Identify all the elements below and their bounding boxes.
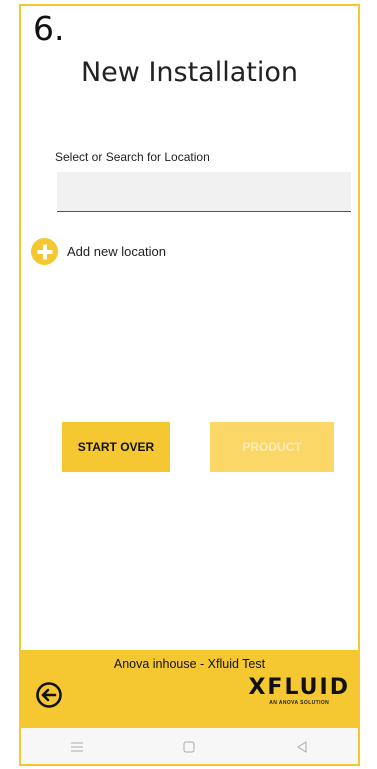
organization-name: Anova inhouse - Xfluid Test (113, 657, 266, 671)
app-screen: 6. New Installation Select or Search for… (19, 4, 360, 766)
home-square-icon (183, 741, 195, 753)
plus-circle-icon (31, 238, 58, 265)
arrow-left-circle-icon (36, 682, 62, 708)
start-over-button[interactable]: START OVER (62, 422, 170, 472)
brand-name: XFLUID (248, 675, 350, 700)
nav-back-button[interactable] (287, 735, 317, 759)
system-navigation-bar (21, 728, 358, 764)
brand-logo: XFLUID AN ANOVA SOLUTION (248, 676, 350, 707)
brand-tagline: AN ANOVA SOLUTION (269, 700, 330, 706)
nav-menu-button[interactable] (62, 735, 92, 759)
add-new-location-label: Add new location (67, 244, 167, 259)
location-search-input[interactable] (57, 172, 351, 212)
nav-home-button[interactable] (174, 735, 204, 759)
add-new-location-button[interactable]: Add new location (31, 238, 166, 265)
step-number: 6. (33, 9, 65, 48)
menu-icon (71, 742, 84, 752)
back-button[interactable] (35, 681, 63, 709)
page-title: New Installation (80, 57, 298, 88)
location-field-label: Select or Search for Location (55, 150, 210, 164)
footer-bar: Anova inhouse - Xfluid Test XFLUID AN AN… (21, 650, 358, 728)
back-triangle-icon (296, 741, 307, 753)
product-button[interactable]: PRODUCT (210, 422, 334, 472)
